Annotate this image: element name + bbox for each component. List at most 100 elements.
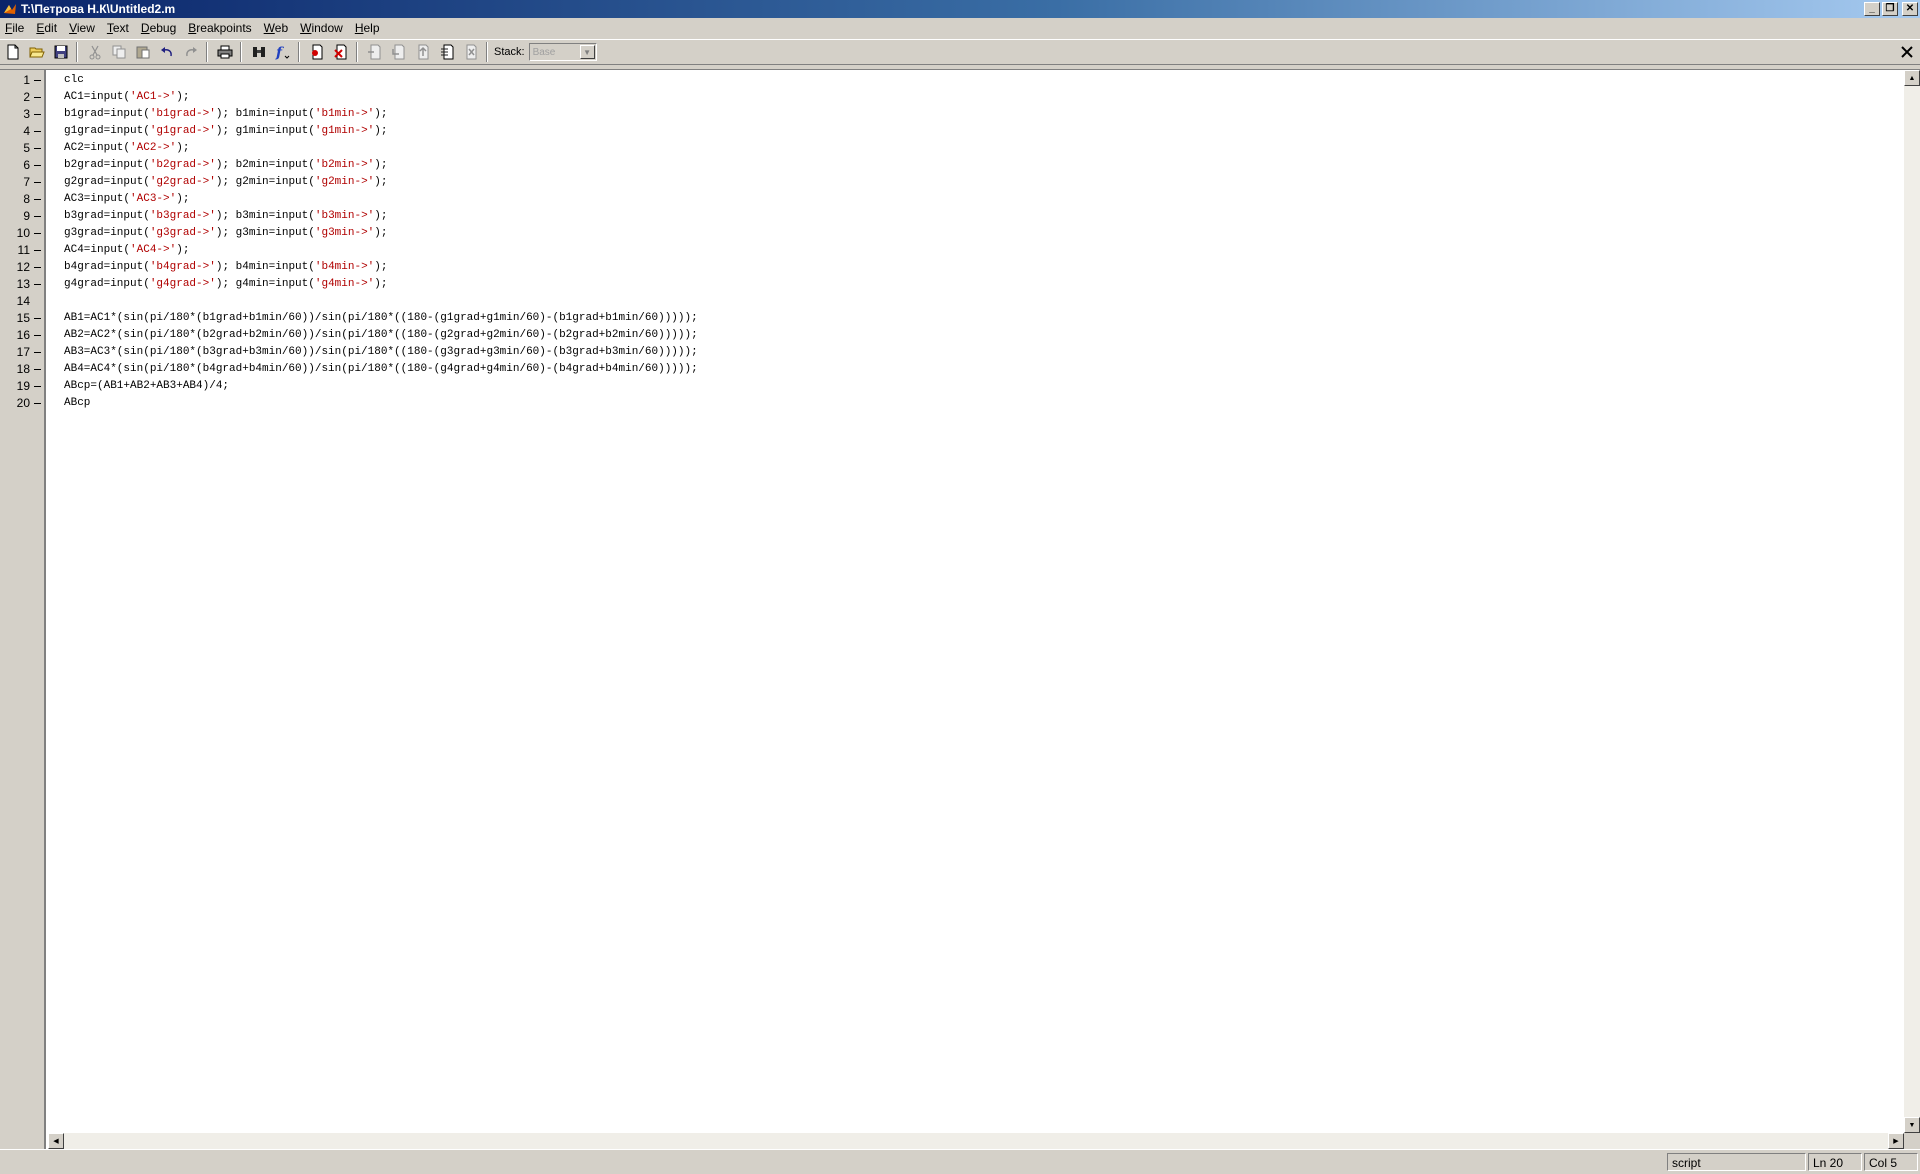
breakpoint-marker[interactable] [34,148,41,149]
breakpoint-marker[interactable] [34,216,41,217]
code-token: ); [374,108,388,120]
code-token: ); [374,261,388,273]
window-title: T:\Петрова Н.К\Untitled2.m [21,2,176,16]
close-document-button[interactable] [1900,45,1914,59]
function-button[interactable]: f [272,41,294,63]
breakpoint-marker[interactable] [34,267,41,268]
code-line[interactable]: g4grad=input('g4grad->'); g4min=input('g… [64,276,388,293]
cut-button[interactable] [84,41,106,63]
clear-breakpoints-button[interactable] [330,41,352,63]
menu-view[interactable]: View [64,21,100,35]
breakpoint-marker[interactable] [34,284,41,285]
status-mode: script [1667,1153,1806,1171]
code-line[interactable]: g1grad=input('g1grad->'); g1min=input('g… [64,123,388,140]
step-out-button[interactable] [412,41,434,63]
menu-web[interactable]: Web [259,21,293,35]
string-literal: 'g1grad->' [149,125,216,137]
code-token: ); [374,176,388,188]
code-line[interactable]: AB4=AC4*(sin(pi/180*(b4grad+b4min/60))/s… [64,361,698,378]
line-number: 5 [23,141,30,155]
breakpoint-marker[interactable] [34,131,41,132]
menu-text[interactable]: Text [102,21,134,35]
redo-button[interactable] [180,41,202,63]
code-line[interactable]: ABcp=(AB1+AB2+AB3+AB4)/4; [64,378,229,395]
continue-button[interactable] [436,41,458,63]
svg-text:f: f [275,45,285,60]
breakpoint-marker[interactable] [34,199,41,200]
menu-breakpoints[interactable]: Breakpoints [183,21,256,35]
breakpoint-marker[interactable] [34,165,41,166]
step-in-button[interactable] [388,41,410,63]
code-editor[interactable]: clc AC1=input('AC1->'); b1grad=input('b1gr… [48,70,1904,1133]
new-file-button[interactable] [2,41,24,63]
menu-label-rest: ebug [149,21,177,35]
code-line[interactable]: b2grad=input('b2grad->'); b2min=input('b… [64,157,388,174]
menu-file[interactable]: File [0,21,29,35]
code-line[interactable]: clc [64,72,84,89]
breakpoint-marker[interactable] [34,352,41,353]
breakpoint-marker[interactable] [34,114,41,115]
stack-select[interactable]: Base ▼ [528,43,597,61]
line-number: 10 [16,226,30,240]
horizontal-scrollbar[interactable]: ◀ ▶ [48,1133,1904,1149]
code-line[interactable]: b1grad=input('b1grad->'); b1min=input('b… [64,106,388,123]
breakpoint-marker[interactable] [34,403,41,404]
code-line[interactable]: b4grad=input('b4grad->'); b4min=input('b… [64,259,388,276]
string-literal: 'g2grad->' [149,176,216,188]
save-button[interactable] [50,41,72,63]
set-breakpoint-button[interactable] [306,41,328,63]
scroll-down-button[interactable]: ▼ [1904,1117,1920,1133]
breakpoint-marker[interactable] [34,80,41,81]
menu-edit[interactable]: Edit [31,21,62,35]
code-line[interactable]: AC2=input('AC2->'); [64,140,189,157]
scroll-right-button[interactable]: ▶ [1888,1133,1904,1149]
minimize-button[interactable]: _ [1864,2,1880,16]
menu-debug[interactable]: Debug [136,21,181,35]
chevron-down-icon[interactable]: ▼ [579,45,595,59]
code-line[interactable]: AC3=input('AC3->'); [64,191,189,208]
code-line[interactable]: ABcp [64,395,90,412]
print-button[interactable] [214,41,236,63]
line-number-gutter[interactable]: 1 2 3 4 5 6 7 8 9 10 11 12 13 14 15 16 17 18 19 20 [0,70,46,1149]
vertical-scrollbar[interactable]: ▲ ▼ [1904,70,1920,1133]
menu-bar: File Edit View Text Debug Breakpoints Web Windo… [0,18,1920,38]
arrow-left-icon: ◀ [53,1138,59,1145]
find-button[interactable] [248,41,270,63]
code-line[interactable]: AC1=input('AC1->'); [64,89,189,106]
code-token: g1grad=input( [64,125,150,137]
code-line[interactable]: g3grad=input('g3grad->'); g3min=input('g… [64,225,388,242]
close-button[interactable]: ✕ [1902,2,1918,16]
breakpoint-marker[interactable] [34,250,41,251]
paste-button[interactable] [132,41,154,63]
step-button[interactable] [364,41,386,63]
code-token: b1grad=input( [64,108,150,120]
breakpoint-marker[interactable] [34,369,41,370]
code-line[interactable]: AC4=input('AC4->'); [64,242,189,259]
breakpoint-marker[interactable] [34,335,41,336]
scroll-left-button[interactable]: ◀ [48,1133,64,1149]
copy-button[interactable] [108,41,130,63]
exit-debug-button[interactable] [460,41,482,63]
open-file-button[interactable] [26,41,48,63]
code-line[interactable]: g2grad=input('g2grad->'); g2min=input('g… [64,174,388,191]
code-line[interactable]: AB2=AC2*(sin(pi/180*(b2grad+b2min/60))/s… [64,327,698,344]
breakpoint-marker[interactable] [34,233,41,234]
code-token: ); g1min=input( [215,125,315,137]
breakpoint-marker[interactable] [34,182,41,183]
code-line[interactable]: AB3=AC3*(sin(pi/180*(b3grad+b3min/60))/s… [64,344,698,361]
menu-window[interactable]: Window [295,21,348,35]
breakpoint-marker[interactable] [34,386,41,387]
code-line[interactable]: b3grad=input('b3grad->'); b3min=input('b… [64,208,388,225]
menu-help[interactable]: Help [350,21,385,35]
line-number: 8 [23,192,30,206]
scroll-up-button[interactable]: ▲ [1904,70,1920,86]
code-token: AB4=AC4*(sin(pi/180*(b4grad+b4min/60))/s… [64,363,698,375]
title-bar[interactable]: T:\Петрова Н.К\Untitled2.m _ ❐ ✕ [0,0,1920,18]
undo-button[interactable] [156,41,178,63]
breakpoint-marker[interactable] [34,318,41,319]
matlab-app-icon[interactable] [3,2,17,16]
code-line[interactable]: AB1=AC1*(sin(pi/180*(b1grad+b1min/60))/s… [64,310,698,327]
line-number: 12 [16,260,30,274]
breakpoint-marker[interactable] [34,97,41,98]
restore-button[interactable]: ❐ [1882,2,1898,16]
